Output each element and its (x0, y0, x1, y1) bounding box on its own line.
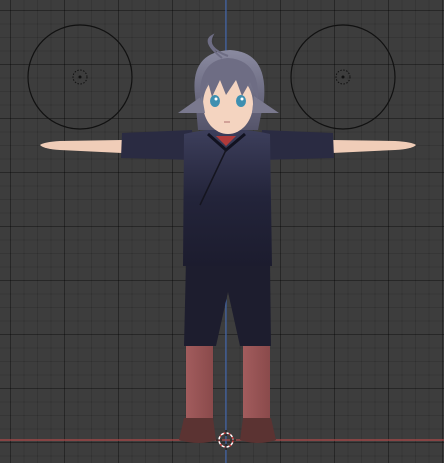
anime-character-model[interactable] (40, 33, 416, 443)
right-sleeve (260, 130, 334, 160)
right-arm (332, 140, 416, 153)
right-eye (236, 95, 246, 107)
shorts (184, 262, 271, 346)
viewport-scene[interactable] (0, 0, 444, 463)
light-left-icon[interactable] (27, 24, 133, 130)
left-arm (40, 140, 122, 153)
3d-viewport[interactable] (0, 0, 444, 463)
left-eye (210, 95, 220, 107)
left-leg (186, 342, 213, 420)
right-ear (252, 96, 279, 113)
right-shoe (240, 418, 276, 443)
left-ear (178, 96, 205, 113)
left-shoe (179, 418, 216, 443)
left-sleeve (121, 130, 194, 160)
light-right-icon[interactable] (290, 24, 396, 130)
right-leg (243, 342, 270, 420)
